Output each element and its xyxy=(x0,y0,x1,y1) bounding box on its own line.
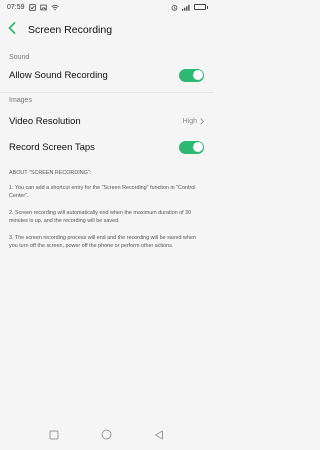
chevron-right-icon xyxy=(200,112,205,130)
toggle-knob xyxy=(192,142,203,152)
status-right xyxy=(171,4,208,11)
video-resolution-label: Video Resolution xyxy=(9,115,81,127)
about-item-1: 1. You can add a shortcut entry for the … xyxy=(9,185,196,199)
divider xyxy=(0,92,213,93)
signal-icon xyxy=(182,4,190,11)
about-item-3: 3. The screen recording process will end… xyxy=(9,235,196,249)
checkbox-icon xyxy=(28,3,36,11)
circle-icon xyxy=(101,427,112,445)
record-screen-taps-row[interactable]: Record Screen Taps xyxy=(0,136,213,158)
video-resolution-row[interactable]: Video Resolution High xyxy=(0,110,213,132)
status-bar: 07:59 xyxy=(0,0,213,14)
wifi-icon xyxy=(50,4,59,11)
recents-button[interactable] xyxy=(47,429,61,443)
video-resolution-value: High xyxy=(182,117,197,125)
triangle-back-icon xyxy=(154,427,164,445)
about-item-2: 2. Screen recording will automatically e… xyxy=(9,210,192,224)
home-button[interactable] xyxy=(99,429,113,443)
about-heading: ABOUT "SCREEN RECORDING": xyxy=(9,170,92,176)
square-icon xyxy=(49,427,59,445)
chevron-left-icon xyxy=(8,21,16,39)
section-label-sound: Sound xyxy=(9,54,30,61)
status-left: 07:59 xyxy=(7,4,59,11)
record-screen-taps-label: Record Screen Taps xyxy=(9,141,95,153)
status-time: 07:59 xyxy=(7,3,25,11)
back-button[interactable] xyxy=(8,22,20,38)
header: Screen Recording xyxy=(0,18,213,42)
allow-sound-recording-label: Allow Sound Recording xyxy=(9,69,108,81)
about-section: ABOUT "SCREEN RECORDING": 1. You can add… xyxy=(9,169,205,259)
image-icon xyxy=(39,4,47,11)
battery-icon xyxy=(194,4,208,10)
section-label-images: Images xyxy=(9,97,32,104)
alarm-icon xyxy=(171,4,178,11)
toggle-knob xyxy=(192,70,203,80)
page-title: Screen Recording xyxy=(28,24,113,36)
navigation-bar xyxy=(0,422,213,450)
allow-sound-recording-toggle[interactable] xyxy=(179,68,204,82)
record-screen-taps-toggle[interactable] xyxy=(179,140,204,154)
allow-sound-recording-row[interactable]: Allow Sound Recording xyxy=(0,64,213,86)
video-resolution-value-wrap[interactable]: High xyxy=(182,112,205,130)
back-nav-button[interactable] xyxy=(152,429,166,443)
